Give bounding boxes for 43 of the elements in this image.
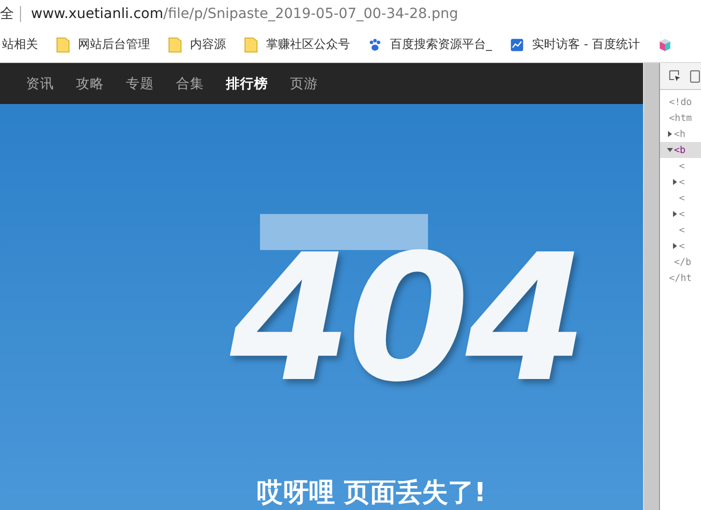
- nav-tab[interactable]: 专题: [126, 74, 154, 92]
- bookmark-item[interactable]: 站相关: [2, 36, 38, 53]
- dom-node[interactable]: <b: [674, 144, 686, 156]
- collapsed-triangle-icon[interactable]: [672, 243, 678, 249]
- bookmark-item[interactable]: 实时访客 - 百度统计: [510, 36, 640, 53]
- dom-node[interactable]: </b: [674, 256, 692, 268]
- folder-icon: [56, 36, 70, 52]
- chart-icon: [510, 36, 524, 52]
- dom-node[interactable]: <: [679, 240, 685, 252]
- scrollbar[interactable]: [643, 63, 659, 510]
- nav-tab[interactable]: 合集: [176, 74, 204, 92]
- inspect-icon[interactable]: [668, 69, 682, 83]
- cube-icon: [658, 36, 672, 52]
- dom-node[interactable]: <: [679, 176, 685, 188]
- bookmark-item[interactable]: 掌赚社区公众号: [244, 36, 350, 53]
- nav-tab[interactable]: 页游: [290, 74, 318, 92]
- nav-tab[interactable]: 攻略: [76, 74, 104, 92]
- address-prefix: 全: [0, 4, 14, 22]
- expanded-triangle-icon[interactable]: [667, 147, 673, 153]
- collapsed-triangle-icon[interactable]: [667, 131, 673, 137]
- dom-node[interactable]: <htm: [669, 112, 692, 124]
- error-message: 哎呀哩 页面丢失了!: [257, 477, 486, 510]
- dom-node[interactable]: <: [679, 160, 685, 172]
- collapsed-triangle-icon[interactable]: [672, 179, 678, 185]
- bookmark-item[interactable]: 内容源: [168, 36, 226, 53]
- paw-icon: [368, 36, 382, 52]
- folder-icon: [168, 36, 182, 52]
- collapsed-triangle-icon[interactable]: [672, 211, 678, 217]
- dom-node[interactable]: <: [679, 224, 685, 236]
- nav-tab[interactable]: 排行榜: [226, 74, 268, 92]
- bookmark-item[interactable]: 百度搜索资源平台_: [368, 36, 492, 53]
- bookmark-item[interactable]: 网站后台管理: [56, 36, 150, 53]
- dom-node[interactable]: <h: [674, 128, 686, 140]
- device-icon[interactable]: [688, 69, 701, 83]
- folder-icon: [244, 36, 258, 52]
- error-code: 404: [230, 250, 584, 390]
- nav-tab[interactable]: 资讯: [26, 74, 54, 92]
- dom-node[interactable]: </ht: [669, 272, 692, 284]
- url-text: www.xuetianli.com/file/p/Snipaste_2019-05-07_00-34-28.png: [31, 6, 458, 22]
- dom-node[interactable]: <!do: [669, 96, 692, 108]
- bookmark-item[interactable]: [658, 36, 672, 52]
- dom-node[interactable]: <: [679, 192, 685, 204]
- dom-node[interactable]: <: [679, 208, 685, 220]
